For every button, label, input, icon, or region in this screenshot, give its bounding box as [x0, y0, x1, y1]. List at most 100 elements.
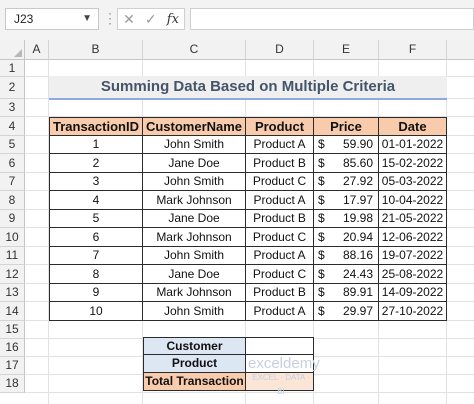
table-cell-product[interactable]: Product A	[246, 191, 314, 210]
table-cell-id[interactable]: 9	[49, 284, 143, 302]
row-header-12[interactable]: 12	[0, 265, 25, 284]
table-cell-date[interactable]: 01-01-2022	[379, 136, 447, 154]
cancel-icon[interactable]: ✕	[123, 11, 135, 28]
row-header-2[interactable]: 2	[0, 77, 25, 99]
table-cell-customer[interactable]: John Smith	[143, 302, 246, 321]
table-cell-id[interactable]: 2	[49, 154, 143, 173]
column-header-c[interactable]: C	[143, 40, 246, 60]
name-box[interactable]: J23 ▼	[5, 8, 99, 30]
customer-input-cell[interactable]	[246, 337, 314, 355]
price-value: 27.92	[342, 174, 373, 188]
table-cell-price[interactable]: $17.97	[314, 191, 379, 210]
price-value: 59.90	[342, 137, 373, 151]
table-cell-price[interactable]: $85.60	[314, 154, 379, 173]
table-cell-price[interactable]: $20.94	[314, 228, 379, 247]
table-cell-date[interactable]: 27-10-2022	[379, 302, 447, 321]
header-price: Price	[314, 117, 379, 136]
column-header-g[interactable]	[447, 40, 474, 60]
insert-function-icon[interactable]: fx	[167, 12, 179, 27]
table-cell-date[interactable]: 10-04-2022	[379, 191, 447, 210]
table-cell-price[interactable]: $29.97	[314, 302, 379, 321]
table-cell-customer[interactable]: Jane Doe	[143, 154, 246, 173]
table-cell-id[interactable]: 8	[49, 265, 143, 284]
table-cell-customer[interactable]: Mark Johnson	[143, 228, 246, 247]
table-cell-product[interactable]: Product A	[246, 302, 314, 321]
table-cell-product[interactable]: Product B	[246, 210, 314, 228]
table-cell-product[interactable]: Product A	[246, 247, 314, 265]
table-cell-product[interactable]: Product C	[246, 228, 314, 247]
row-header-3[interactable]: 3	[0, 99, 25, 117]
watermark-logo: exceldemy EXCEL · DATA · BI	[248, 355, 320, 396]
total-transaction-label: Total Transaction	[143, 373, 246, 391]
table-cell-id[interactable]: 10	[49, 302, 143, 321]
table-cell-price[interactable]: $88.16	[314, 247, 379, 265]
table-cell-product[interactable]: Product C	[246, 173, 314, 191]
currency-symbol: $	[318, 304, 325, 318]
row-header-6[interactable]: 6	[0, 154, 25, 173]
price-value: 24.43	[342, 267, 373, 281]
table-cell-id[interactable]: 3	[49, 173, 143, 191]
column-header-a[interactable]: A	[25, 40, 49, 60]
table-cell-customer[interactable]: Jane Doe	[143, 265, 246, 284]
currency-symbol: $	[318, 156, 325, 170]
table-cell-customer[interactable]: Jane Doe	[143, 210, 246, 228]
table-cell-id[interactable]: 6	[49, 228, 143, 247]
row-header-1[interactable]: 1	[0, 60, 25, 77]
price-value: 29.97	[342, 304, 373, 318]
currency-symbol: $	[318, 248, 325, 262]
price-value: 19.98	[342, 211, 373, 225]
table-cell-product[interactable]: Product C	[246, 265, 314, 284]
watermark-text: exceldemy	[248, 355, 320, 372]
table-cell-price[interactable]: $27.92	[314, 173, 379, 191]
column-header-e[interactable]: E	[314, 40, 379, 60]
column-header-b[interactable]: B	[49, 40, 143, 60]
product-label: Product	[143, 355, 246, 373]
table-cell-id[interactable]: 4	[49, 191, 143, 210]
row-header-10[interactable]: 10	[0, 228, 25, 247]
table-cell-price[interactable]: $59.90	[314, 136, 379, 154]
enter-check-icon[interactable]: ✓	[145, 11, 157, 28]
table-cell-customer[interactable]: Mark Johnson	[143, 284, 246, 302]
table-cell-customer[interactable]: John Smith	[143, 173, 246, 191]
row-header-9[interactable]: 9	[0, 210, 25, 228]
table-cell-date[interactable]: 05-03-2022	[379, 173, 447, 191]
table-cell-customer[interactable]: Mark Johnson	[143, 191, 246, 210]
table-cell-product[interactable]: Product B	[246, 284, 314, 302]
row-header-8[interactable]: 8	[0, 191, 25, 210]
row-header-11[interactable]: 11	[0, 247, 25, 265]
table-cell-product[interactable]: Product B	[246, 154, 314, 173]
column-header-d[interactable]: D	[246, 40, 314, 60]
table-cell-id[interactable]: 7	[49, 247, 143, 265]
row-header-5[interactable]: 5	[0, 136, 25, 154]
table-cell-product[interactable]: Product A	[246, 136, 314, 154]
row-header-4[interactable]: 4	[0, 117, 25, 136]
row-header-18[interactable]: 18	[0, 375, 25, 393]
table-cell-price[interactable]: $89.91	[314, 284, 379, 302]
table-cell-date[interactable]: 19-07-2022	[379, 247, 447, 265]
select-all-corner[interactable]	[0, 40, 25, 60]
table-cell-date[interactable]: 25-08-2022	[379, 265, 447, 284]
table-cell-date[interactable]: 15-02-2022	[379, 154, 447, 173]
more-options-icon[interactable]: ⋮	[103, 8, 117, 30]
table-cell-id[interactable]: 1	[49, 136, 143, 154]
row-header-17[interactable]: 17	[0, 357, 25, 375]
table-cell-customer[interactable]: John Smith	[143, 136, 246, 154]
table-cell-price[interactable]: $19.98	[314, 210, 379, 228]
formula-input[interactable]	[190, 8, 474, 30]
table-cell-date[interactable]: 14-09-2022	[379, 284, 447, 302]
table-cell-date[interactable]: 12-06-2022	[379, 228, 447, 247]
row-header-13[interactable]: 13	[0, 284, 25, 302]
row-header-16[interactable]: 16	[0, 339, 25, 357]
name-box-value: J23	[14, 12, 34, 26]
table-cell-price[interactable]: $24.43	[314, 265, 379, 284]
price-value: 17.97	[342, 193, 373, 207]
row-header-7[interactable]: 7	[0, 173, 25, 191]
table-cell-date[interactable]: 21-05-2022	[379, 210, 447, 228]
price-value: 89.91	[342, 285, 373, 299]
row-header-14[interactable]: 14	[0, 302, 25, 321]
table-cell-customer[interactable]: John Smith	[143, 247, 246, 265]
column-header-f[interactable]: F	[379, 40, 447, 60]
chevron-down-icon[interactable]: ▼	[82, 9, 92, 29]
table-cell-id[interactable]: 5	[49, 210, 143, 228]
row-header-15[interactable]: 15	[0, 321, 25, 339]
